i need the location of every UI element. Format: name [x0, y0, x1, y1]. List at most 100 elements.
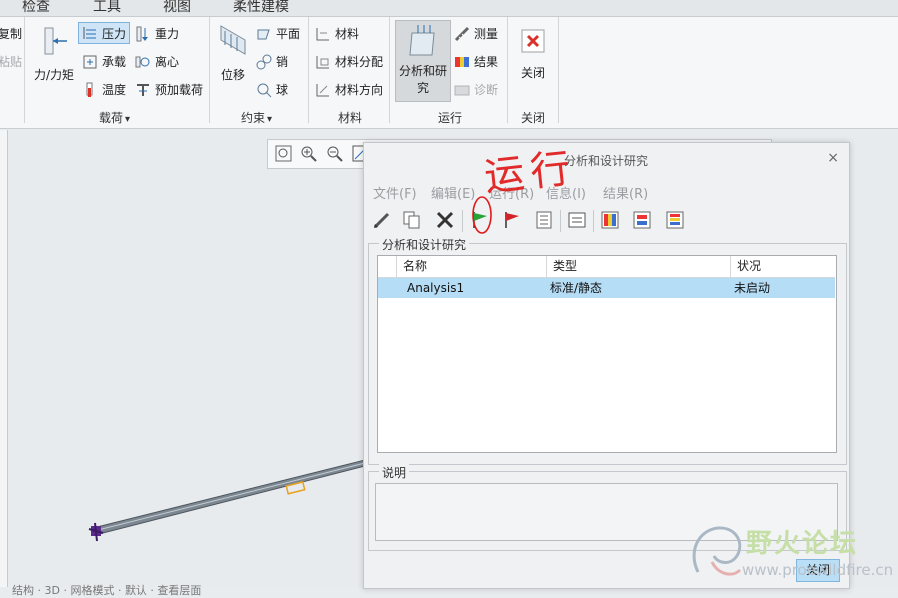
results-icon-2[interactable]	[632, 210, 652, 230]
column-header-name[interactable]: 名称	[397, 256, 547, 278]
preload-label: 预加载荷	[155, 83, 204, 97]
ball-constraint-icon	[256, 82, 272, 98]
watermark-title: 野火论坛	[746, 529, 859, 559]
paste-item[interactable]: 粘贴	[0, 53, 22, 70]
tab-inspect[interactable]: 检查	[22, 0, 50, 16]
table-header-spacer	[378, 256, 397, 278]
zoom-in-icon[interactable]	[300, 145, 317, 162]
pressure-icon	[82, 25, 98, 41]
displacement-label: 位移	[220, 68, 245, 82]
tab-flexible-modeling[interactable]: 柔性建模	[233, 0, 289, 16]
constraints-group-label[interactable]: 约束 ▾	[241, 109, 272, 126]
preload-icon	[135, 82, 151, 98]
bearing-item[interactable]: 承载	[82, 53, 126, 70]
close-ribbon-label: 关闭	[520, 66, 545, 80]
material-orientation-label: 材料方向	[335, 83, 384, 97]
analysis-study-label-line1: 分析和研	[398, 64, 447, 78]
pin-label: 销	[276, 55, 289, 69]
measure-item[interactable]: 测量	[454, 25, 498, 42]
description-label: 说明	[379, 464, 410, 481]
analysis-study-label-line2: 究	[416, 81, 429, 95]
planar-constraint-icon	[256, 26, 272, 42]
studies-group-label: 分析和设计研究	[379, 236, 470, 253]
studies-table: 名称 类型 状况 Analysis1 标准/静态 未启动	[377, 255, 837, 453]
pressure-item[interactable]: 压力	[78, 22, 131, 44]
analysis-and-study-button[interactable]: 分析和研 究	[395, 20, 451, 102]
copy-item[interactable]: 复制	[0, 25, 22, 42]
gravity-item[interactable]: 重力	[135, 25, 179, 42]
gravity-label: 重力	[155, 27, 180, 41]
copy-icon[interactable]	[402, 210, 422, 230]
planar-item[interactable]: 平面	[256, 25, 300, 42]
bearing-label: 承载	[102, 55, 127, 69]
chevron-down-icon: ▾	[267, 114, 273, 125]
force-moment-label: 力/力矩	[33, 68, 75, 82]
centrifugal-icon	[135, 54, 151, 70]
displacement-button[interactable]: 位移	[214, 23, 252, 87]
tab-view[interactable]: 视图	[163, 0, 191, 16]
delete-icon[interactable]	[435, 210, 455, 230]
column-header-status[interactable]: 状况	[731, 256, 835, 278]
beam-model[interactable]	[85, 455, 370, 545]
menu-file[interactable]: 文件(F)	[373, 183, 417, 202]
pencil-icon[interactable]	[372, 210, 392, 230]
centrifugal-label: 离心	[155, 55, 180, 69]
run-handwritten-annotation: 运行	[482, 145, 579, 201]
pin-item[interactable]: 销	[256, 53, 288, 70]
bearing-load-icon	[82, 54, 98, 70]
results-item[interactable]: 结果	[454, 53, 498, 70]
diagnostics-item[interactable]: 诊断	[454, 81, 498, 98]
watermark-url: www.proewildfire.cn	[742, 561, 894, 579]
watermark-logo-icon	[692, 526, 742, 576]
close-ribbon-button[interactable]: 关闭	[514, 29, 552, 85]
results-icon-3[interactable]	[665, 210, 685, 230]
force-moment-icon	[44, 27, 67, 55]
pin-constraint-icon	[256, 54, 272, 70]
temperature-label: 温度	[102, 83, 127, 97]
results-icon	[454, 54, 470, 70]
results-icon-1[interactable]	[600, 210, 620, 230]
close-icon	[521, 29, 545, 53]
temperature-icon	[82, 82, 98, 98]
material-orientation-icon	[315, 82, 331, 98]
study-type: 标准/静态	[550, 281, 603, 295]
ball-label: 球	[276, 83, 289, 97]
tab-tools[interactable]: 工具	[93, 0, 121, 16]
pressure-label: 压力	[102, 26, 127, 41]
zoom-out-icon[interactable]	[326, 145, 343, 162]
material-label: 材料	[335, 27, 360, 41]
material-item[interactable]: 材料	[315, 25, 359, 42]
material-assignment-icon	[315, 54, 331, 70]
table-row[interactable]: Analysis1 标准/静态 未启动	[378, 278, 835, 298]
temperature-item[interactable]: 温度	[82, 81, 126, 98]
ribbon: 复制 粘贴 力/力矩 压力 重力 承载 离心 温度 预加载荷 载荷 ▾ 位移 平…	[0, 17, 898, 129]
force-moment-button[interactable]: 力/力矩	[30, 25, 78, 87]
column-header-type[interactable]: 类型	[547, 256, 731, 278]
centrifugal-item[interactable]: 离心	[135, 53, 179, 70]
chevron-down-icon: ▾	[125, 114, 131, 125]
displacement-icon	[220, 25, 246, 55]
run-group-label: 运行	[438, 111, 463, 125]
material-group-label: 材料	[338, 111, 363, 125]
material-assignment-label: 材料分配	[335, 55, 384, 69]
preload-item[interactable]: 预加载荷	[135, 81, 203, 98]
analysis-study-icon	[409, 25, 435, 56]
ball-item[interactable]: 球	[256, 81, 288, 98]
ribbon-tab-strip: 检查 工具 视图 柔性建模	[0, 0, 898, 17]
diagnostics-icon	[454, 82, 470, 98]
planar-label: 平面	[276, 27, 301, 41]
dialog-close-icon[interactable]: ×	[827, 150, 839, 166]
watermark: 野火论坛 www.proewildfire.cn	[686, 518, 898, 587]
model-tree-edge	[0, 130, 8, 587]
material-orientation-item[interactable]: 材料方向	[315, 81, 383, 98]
zoom-fit-icon[interactable]	[275, 145, 292, 162]
measure-icon	[454, 26, 470, 42]
loads-group-label[interactable]: 载荷 ▾	[99, 109, 130, 126]
study-name: Analysis1	[407, 281, 465, 295]
material-icon	[315, 26, 331, 42]
results-label: 结果	[474, 55, 499, 69]
measure-label: 测量	[474, 27, 499, 41]
menu-results[interactable]: 结果(R)	[603, 183, 648, 202]
material-assignment-item[interactable]: 材料分配	[315, 53, 383, 70]
study-status: 未启动	[734, 281, 771, 295]
